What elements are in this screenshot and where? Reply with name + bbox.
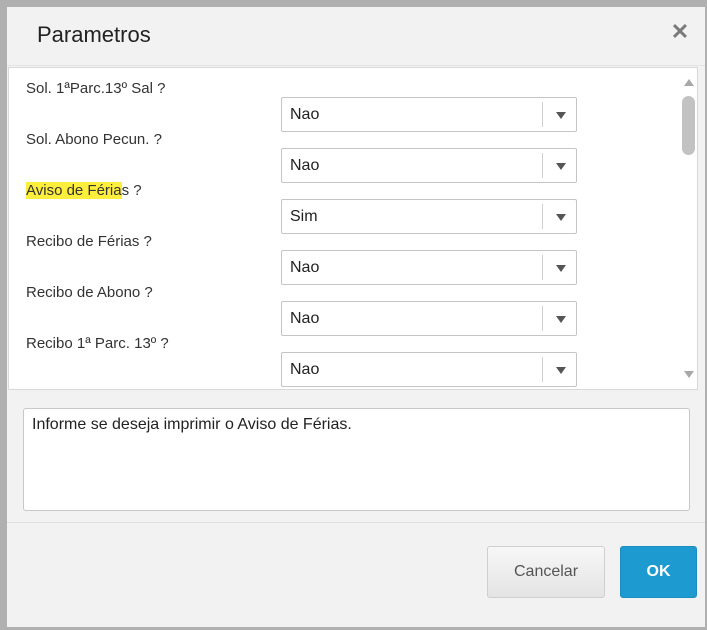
param-row-sol-abono-pecun: Sol. Abono Pecun. ? Nao	[9, 131, 679, 183]
label-rest: s ?	[121, 182, 142, 199]
footer-divider	[7, 522, 705, 523]
dialog-header: Parametros ✕	[7, 7, 705, 66]
select-divider	[542, 102, 543, 127]
param-label: Recibo de Abono ?	[26, 284, 153, 301]
ok-button[interactable]: OK	[620, 546, 697, 598]
param-select-recibo-1parc13[interactable]: Nao	[281, 352, 577, 387]
param-row-recibo-ferias: Recibo de Férias ? Nao	[9, 233, 679, 285]
param-label: Aviso de Férias ?	[26, 182, 142, 199]
param-select-recibo-abono[interactable]: Nao	[281, 301, 577, 336]
select-divider	[542, 204, 543, 229]
select-divider	[542, 153, 543, 178]
scroll-up-icon[interactable]	[684, 79, 694, 86]
chevron-down-icon[interactable]	[556, 265, 566, 272]
param-row-sol-1parc13: Sol. 1ªParc.13º Sal ? Nao	[9, 80, 679, 132]
param-label: Recibo 1ª Parc. 13º ?	[26, 335, 169, 352]
highlighted-text: Aviso de Féria	[26, 182, 122, 199]
vertical-scrollbar[interactable]	[680, 68, 697, 389]
param-select-recibo-ferias[interactable]: Nao	[281, 250, 577, 285]
param-label: Recibo de Férias ?	[26, 233, 152, 250]
param-row-recibo-1parc13: Recibo 1ª Parc. 13º ? Nao	[9, 335, 679, 387]
param-select-sol-1parc13[interactable]: Nao	[281, 97, 577, 132]
select-divider	[542, 357, 543, 382]
select-value: Nao	[290, 361, 320, 378]
param-row-aviso-ferias: Aviso de Férias ? Sim	[9, 182, 679, 234]
parameters-list: Sol. 1ªParc.13º Sal ? Nao Sol. Abono Pec…	[8, 67, 698, 390]
param-select-aviso-ferias[interactable]: Sim	[281, 199, 577, 234]
parameters-dialog: Parametros ✕ Sol. 1ªParc.13º Sal ? Nao S…	[7, 7, 705, 627]
close-icon[interactable]: ✕	[669, 21, 691, 43]
help-description-box: Informe se deseja imprimir o Aviso de Fé…	[23, 408, 690, 511]
chevron-down-icon[interactable]	[556, 316, 566, 323]
select-divider	[542, 306, 543, 331]
select-value: Nao	[290, 106, 320, 123]
select-value: Sim	[290, 208, 318, 225]
chevron-down-icon[interactable]	[556, 214, 566, 221]
scroll-down-icon[interactable]	[684, 371, 694, 378]
param-select-sol-abono-pecun[interactable]: Nao	[281, 148, 577, 183]
scrollbar-thumb[interactable]	[682, 96, 695, 155]
select-value: Nao	[290, 259, 320, 276]
select-value: Nao	[290, 157, 320, 174]
chevron-down-icon[interactable]	[556, 112, 566, 119]
param-row-recibo-abono: Recibo de Abono ? Nao	[9, 284, 679, 336]
param-label: Sol. Abono Pecun. ?	[26, 131, 162, 148]
cancel-button[interactable]: Cancelar	[487, 546, 605, 598]
chevron-down-icon[interactable]	[556, 163, 566, 170]
select-value: Nao	[290, 310, 320, 327]
help-text: Informe se deseja imprimir o Aviso de Fé…	[32, 416, 352, 433]
select-divider	[542, 255, 543, 280]
param-label: Sol. 1ªParc.13º Sal ?	[26, 80, 166, 97]
dialog-title: Parametros	[37, 22, 151, 47]
chevron-down-icon[interactable]	[556, 367, 566, 374]
